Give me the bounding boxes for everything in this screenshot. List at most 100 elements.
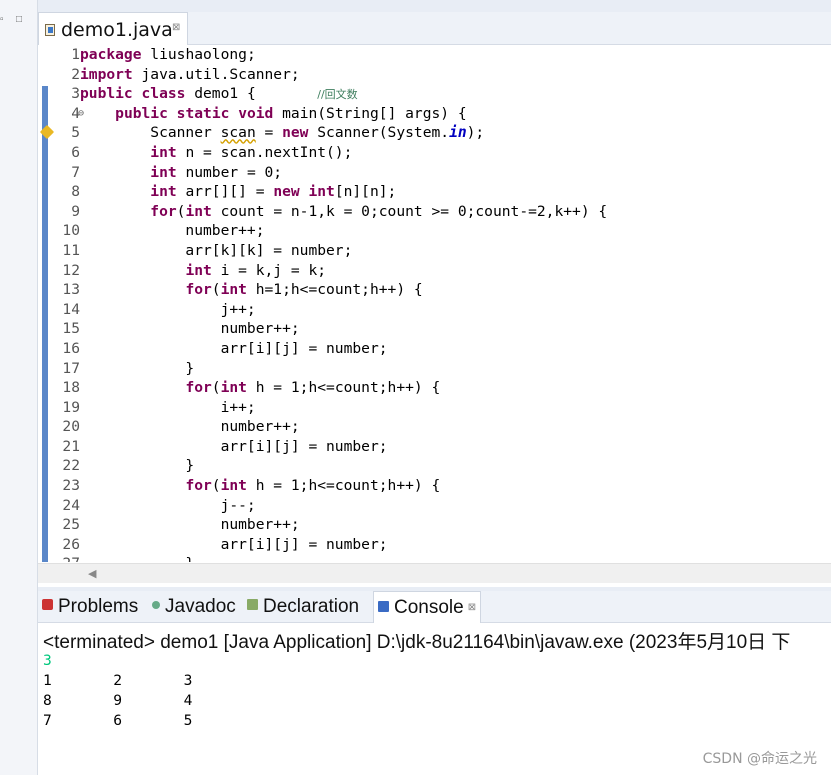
maximize-icon[interactable]: □ bbox=[16, 14, 22, 25]
code-line[interactable]: 7 int number = 0; bbox=[50, 163, 830, 183]
code-text: int i = k,j = k; bbox=[185, 261, 327, 279]
line-number: 2 bbox=[71, 65, 80, 83]
tab-declaration-label: Declaration bbox=[263, 596, 360, 617]
horizontal-scrollbar[interactable]: ◀ bbox=[38, 563, 831, 583]
tab-console[interactable]: Console ⊠ bbox=[373, 591, 482, 623]
editor-tab-bar: demo1.java ⊠ bbox=[38, 12, 831, 45]
line-number: 14 bbox=[62, 300, 80, 318]
console-output-line: 1 2 3 bbox=[43, 672, 193, 689]
line-number: 9 bbox=[71, 202, 80, 220]
declaration-icon bbox=[247, 599, 258, 611]
code-line[interactable]: 20 number++; bbox=[50, 417, 830, 437]
code-text: package liushaolong; bbox=[80, 46, 256, 63]
tab-declaration[interactable]: Declaration bbox=[247, 591, 359, 623]
line-number: 7 bbox=[71, 163, 80, 181]
close-tab-icon[interactable]: ⊠ bbox=[172, 22, 180, 33]
code-text: arr[k][k] = number; bbox=[80, 241, 353, 259]
code-line[interactable]: 15 number++; bbox=[50, 319, 830, 339]
tab-problems-label: Problems bbox=[58, 596, 139, 617]
code-text: int n = scan.nextInt(); bbox=[150, 143, 353, 161]
code-text: number++; bbox=[80, 516, 300, 534]
console-icon bbox=[378, 600, 389, 612]
code-text: } bbox=[80, 457, 195, 475]
line-number: 5 bbox=[71, 124, 80, 142]
line-number: 4 bbox=[71, 104, 80, 122]
tab-problems[interactable]: Problems bbox=[42, 591, 138, 623]
code-line[interactable]: 8 int arr[][] = new int[n][n]; bbox=[50, 182, 830, 202]
code-line[interactable]: 26 arr[i][j] = number; bbox=[50, 535, 830, 555]
scroll-left-icon[interactable]: ◀ bbox=[88, 567, 96, 580]
code-line[interactable]: 16 arr[i][j] = number; bbox=[50, 339, 830, 359]
code-text: number++; bbox=[80, 418, 300, 436]
code-line[interactable]: 1 package liushaolong; bbox=[50, 45, 830, 65]
close-console-icon[interactable]: ⊠ bbox=[468, 602, 476, 613]
code-text: number++; bbox=[80, 222, 265, 240]
code-line[interactable]: 10 number++; bbox=[50, 221, 830, 241]
code-line[interactable]: 6 int n = scan.nextInt(); bbox=[50, 143, 830, 163]
line-number: 20 bbox=[62, 418, 80, 436]
code-line[interactable]: 12 int i = k,j = k; bbox=[50, 261, 830, 281]
bottom-tab-bar: Problems Javadoc Declaration Console ⊠ bbox=[38, 591, 831, 623]
line-number: 1 bbox=[71, 46, 80, 63]
code-line[interactable]: 9 for(int count = n-1,k = 0;count >= 0;c… bbox=[50, 202, 830, 222]
line-number: 17 bbox=[62, 359, 80, 377]
code-line[interactable]: 27 } bbox=[50, 554, 830, 562]
tab-javadoc[interactable]: Javadoc bbox=[152, 591, 236, 623]
code-text: import java.util.Scanner; bbox=[80, 65, 300, 83]
code-text: } bbox=[80, 359, 195, 377]
code-text: for(int h=1;h<=count;h++) { bbox=[185, 281, 423, 299]
code-line[interactable]: 17 } bbox=[50, 359, 830, 379]
code-line[interactable]: 3 public class demo1 { //回文数 bbox=[50, 84, 830, 104]
problems-icon bbox=[42, 599, 53, 611]
code-text: for(int count = n-1,k = 0;count >= 0;cou… bbox=[150, 202, 608, 220]
tab-console-label: Console bbox=[394, 597, 464, 619]
editor-tab-demo1[interactable]: demo1.java ⊠ bbox=[38, 12, 188, 45]
code-text: for(int h = 1;h<=count;h++) { bbox=[185, 477, 441, 495]
line-number: 26 bbox=[62, 535, 80, 553]
code-lines: 1 package liushaolong; 2 import java.util.S… bbox=[39, 45, 830, 562]
line-number: 21 bbox=[62, 437, 80, 455]
code-text: for(int h = 1;h<=count;h++) { bbox=[185, 379, 441, 397]
console-status-line: <terminated> demo1 [Java Application] D:… bbox=[43, 632, 791, 653]
tab-javadoc-label: Javadoc bbox=[165, 596, 236, 617]
code-text: public class demo1 { //回文数 bbox=[80, 85, 358, 103]
code-line[interactable]: 14 j++; bbox=[50, 300, 830, 320]
code-line[interactable]: 22 } bbox=[50, 456, 830, 476]
code-line[interactable]: 21 arr[i][j] = number; bbox=[50, 437, 830, 457]
code-line[interactable]: 13 for(int h=1;h<=count;h++) { bbox=[50, 280, 830, 300]
line-number: 16 bbox=[62, 339, 80, 357]
line-number: 19 bbox=[62, 398, 80, 416]
code-line[interactable]: 5 Scanner scan = new Scanner(System.in); bbox=[39, 123, 830, 143]
console-input-line: 3 bbox=[43, 652, 52, 669]
java-file-icon bbox=[45, 24, 55, 36]
code-text: } bbox=[80, 554, 194, 562]
code-line[interactable]: 19 i++; bbox=[50, 398, 830, 418]
code-line[interactable]: 18 for(int h = 1;h<=count;h++) { bbox=[50, 378, 830, 398]
code-editor[interactable]: 1 package liushaolong; 2 import java.util.S… bbox=[38, 45, 831, 562]
code-line[interactable]: 2 import java.util.Scanner; bbox=[50, 65, 830, 85]
line-number: 25 bbox=[62, 516, 80, 534]
code-text: j--; bbox=[80, 496, 256, 514]
console-output-line: 7 6 5 bbox=[43, 712, 193, 729]
code-text: public static void main(String[] args) { bbox=[115, 104, 467, 122]
line-number: 27 bbox=[50, 554, 80, 562]
code-text: int arr[][] = new int[n][n]; bbox=[150, 183, 397, 201]
console-output[interactable]: 3 1 2 3 8 9 4 7 6 5 bbox=[43, 651, 192, 731]
code-line[interactable]: 24 j--; bbox=[50, 496, 830, 516]
minimize-icon[interactable]: ▫ bbox=[0, 14, 4, 25]
watermark: CSDN @命运之光 bbox=[702, 751, 817, 767]
fold-toggle-icon[interactable]: ⊖ bbox=[78, 104, 84, 124]
line-number: 15 bbox=[62, 320, 80, 338]
overview-ruler bbox=[38, 45, 50, 562]
editor-tab-label: demo1.java bbox=[61, 19, 173, 41]
ruler-mark bbox=[42, 86, 48, 562]
code-line[interactable]: 11 arr[k][k] = number; bbox=[50, 241, 830, 261]
code-line[interactable]: 25 number++; bbox=[50, 515, 830, 535]
code-text: int number = 0; bbox=[150, 163, 283, 181]
line-number: 6 bbox=[71, 143, 80, 161]
code-line[interactable]: 4 public static void main(String[] args)… bbox=[50, 104, 830, 124]
code-text: arr[i][j] = number; bbox=[80, 339, 388, 357]
line-number: 12 bbox=[62, 261, 80, 279]
code-line[interactable]: 23 for(int h = 1;h<=count;h++) { bbox=[50, 476, 830, 496]
code-text: arr[i][j] = number; bbox=[80, 437, 388, 455]
